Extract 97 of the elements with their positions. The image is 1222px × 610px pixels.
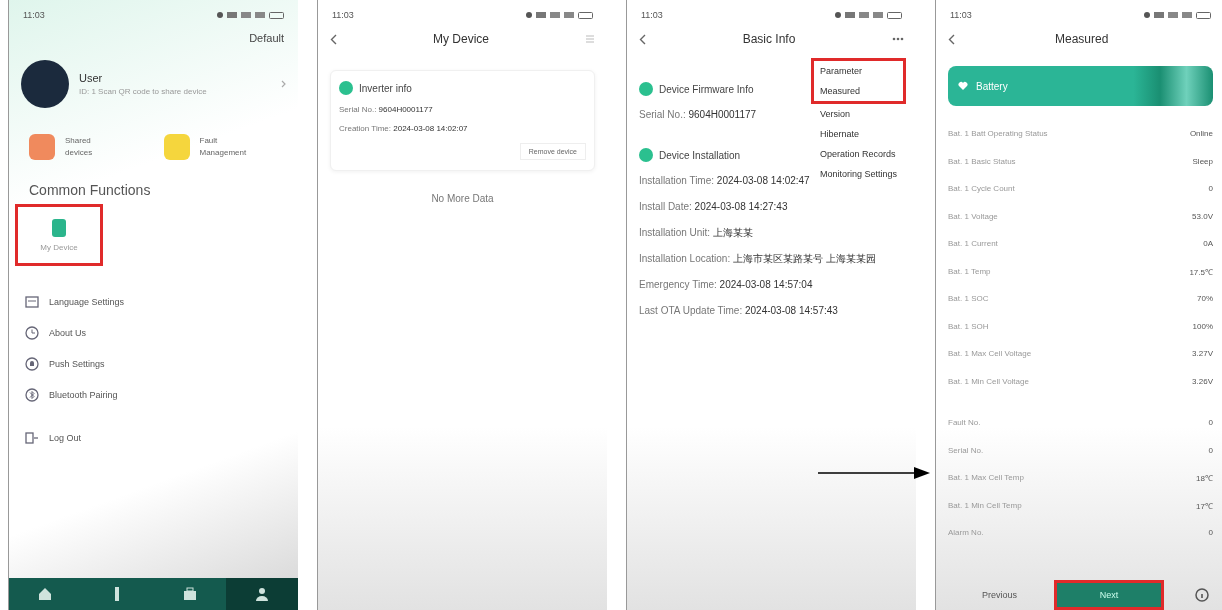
home-icon[interactable] [37, 586, 54, 602]
measure-label: Bat. 1 Max Cell Voltage [948, 349, 1032, 359]
menu-item[interactable]: Log Out [25, 422, 282, 453]
info-row: Installation Time: 2024-03-08 14:02:47 [639, 174, 810, 188]
banner-title: Battery [976, 80, 1008, 92]
info-row: Install Date: 2024-03-08 14:27:43 [639, 200, 788, 214]
previous-button[interactable]: Previous [976, 589, 1023, 601]
measure-value: 18℃ [1196, 473, 1213, 484]
location-icon [526, 12, 532, 18]
measure-label: Bat. 1 Min Cell Voltage [948, 376, 1029, 386]
location-icon [217, 12, 223, 18]
heart-icon [958, 81, 968, 91]
status-time: 11:03 [950, 10, 972, 20]
measure-label: Bat. 1 Max Cell Temp [948, 473, 1024, 483]
info-row-text: Serial No.: 9604H0001177 [339, 105, 434, 114]
logout-icon [25, 430, 39, 445]
battery-icon [269, 11, 284, 19]
status-time: 11:03 [641, 10, 663, 20]
shortcut-label[interactable]: Shared devices [65, 135, 93, 159]
measure-value: Online [1189, 129, 1213, 139]
menu-item[interactable]: About Us [25, 317, 282, 348]
measure-value: 0 [1208, 418, 1213, 428]
more-icon[interactable] [892, 37, 904, 41]
briefcase-icon[interactable] [181, 586, 198, 602]
bell-icon [25, 356, 39, 371]
screen-title: Measured [1055, 32, 1109, 46]
next-button[interactable]: Next [1054, 580, 1164, 610]
info-row: Installation Unit: 上海某某 [639, 226, 753, 240]
section-title: Common Functions [28, 181, 152, 198]
user-name: User [79, 72, 104, 84]
default-link[interactable]: Default [235, 20, 298, 44]
info-row-text: Creation Time: 2024-03-08 14:02:07 [339, 124, 469, 133]
measure-label: Bat. 1 SOC [948, 294, 989, 304]
avatar [21, 60, 69, 108]
status-time: 11:03 [332, 10, 354, 20]
measure-value: 3.27V [1192, 349, 1213, 359]
measure-label: Fault No. [948, 418, 981, 428]
clock-icon [25, 325, 39, 340]
info-row: Emergency Time: 2024-03-08 14:57:04 [639, 278, 813, 292]
user-subtitle: ID: 1 Scan QR code to share device [79, 87, 207, 96]
measure-label: Bat. 1 SOH [948, 321, 989, 331]
bluetooth-icon [25, 387, 39, 402]
card-title: Inverter info [359, 82, 412, 94]
menu-item[interactable]: Language Settings [25, 286, 282, 317]
measure-label: Bat. 1 Batt Operating Status [948, 129, 1048, 139]
section-title: Device Firmware Info [659, 83, 754, 95]
dropdown-item[interactable]: Monitoring Settings [810, 164, 906, 184]
info-row: Installation Location: 上海市某区某路某号 上海某某园 [639, 252, 876, 266]
document-icon [25, 294, 39, 309]
measure-value: 53.0V [1192, 211, 1213, 221]
measure-label: Bat. 1 Voltage [948, 211, 998, 221]
screen-title: Basic Info [742, 32, 796, 46]
battery-icon [578, 11, 593, 19]
dropdown-item[interactable]: Measured [810, 81, 906, 104]
measure-value: 0A [1203, 239, 1213, 249]
measure-value: 100% [1192, 321, 1213, 331]
measure-value: 17℃ [1196, 500, 1213, 511]
person-icon[interactable] [253, 586, 270, 602]
measure-label: Serial No. [948, 445, 984, 455]
location-icon [1144, 12, 1150, 18]
status-dot [639, 148, 653, 162]
status-dot [339, 81, 353, 95]
empty-message: No More Data [430, 193, 495, 204]
battery-icon [1196, 11, 1211, 19]
measure-label: Alarm No. [948, 528, 984, 538]
measure-label: Bat. 1 Min Cell Temp [948, 500, 1022, 510]
info-icon[interactable] [1195, 588, 1209, 602]
measure-value: 3.26V [1192, 376, 1213, 386]
info-row: Serial No.: 9604H0001177 [639, 108, 757, 122]
measure-label: Bat. 1 Current [948, 239, 998, 249]
status-time: 11:03 [23, 10, 45, 20]
measure-label: Bat. 1 Basic Status [948, 156, 1016, 166]
menu-item[interactable]: Push Settings [25, 348, 282, 379]
back-icon[interactable] [948, 33, 955, 45]
measure-value: 0 [1208, 184, 1213, 194]
measure-value: 0 [1208, 528, 1213, 538]
battery-icon [887, 11, 902, 19]
dropdown-item[interactable]: Hibernate [810, 124, 906, 144]
dropdown-item[interactable]: Operation Records [810, 144, 906, 164]
measure-value: Sleep [1192, 156, 1213, 166]
measure-value: 0 [1208, 445, 1213, 455]
screen-title: My Device [433, 32, 489, 46]
nav-tab[interactable] [225, 578, 298, 610]
measure-value: 70% [1197, 294, 1213, 304]
dropdown-item[interactable]: Parameter [810, 58, 906, 81]
measure-label: Bat. 1 Temp [948, 266, 991, 276]
menu-item[interactable]: Bluetooth Pairing [25, 379, 282, 410]
dropdown-item[interactable]: Version [810, 104, 906, 124]
back-icon[interactable] [330, 33, 337, 45]
location-icon [835, 12, 841, 18]
info-row: Last OTA Update Time: 2024-03-08 14:57:43 [639, 304, 838, 318]
shortcut-label[interactable]: Fault Management [199, 135, 247, 159]
measure-label: Bat. 1 Cycle Count [948, 184, 1015, 194]
status-dot [639, 82, 653, 96]
section-title: Device Installation [659, 149, 741, 161]
measure-value: 17.5℃ [1189, 266, 1213, 277]
back-icon[interactable] [639, 33, 646, 45]
